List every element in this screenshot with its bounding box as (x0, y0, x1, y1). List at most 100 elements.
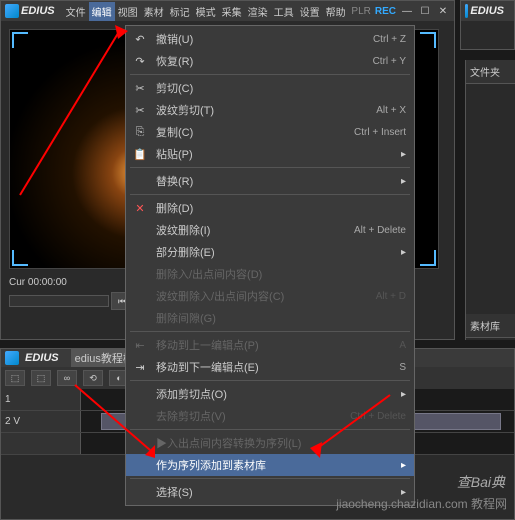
menu-prev-edit-shortcut: A (399, 340, 406, 351)
minimize-button[interactable]: — (400, 4, 414, 18)
panel-tab-folders[interactable]: 文件夹 (466, 60, 515, 84)
menu-undo[interactable]: ↶ 撤销(U) Ctrl + Z (126, 28, 414, 50)
redo-icon: ↷ (132, 53, 148, 69)
ripple-cut-icon: ✂ (132, 102, 148, 118)
close-button[interactable]: ✕ (436, 4, 450, 18)
menu-ripple-cut-shortcut: Alt + X (376, 105, 406, 116)
titlebar: EDIUS 文件 编辑 视图 素材 标记 模式 采集 渲染 工具 设置 帮助 P… (1, 1, 454, 21)
app-logo (5, 4, 19, 18)
prev-edit-icon: ⇤ (132, 337, 148, 353)
copy-icon: ⎘ (132, 124, 148, 140)
app-logo (5, 351, 19, 365)
panel-tab-bin[interactable]: 素材库 (466, 314, 515, 338)
menu-replace[interactable]: 替换(R) ▸ (126, 170, 414, 192)
menu-edit[interactable]: 编辑 (89, 2, 115, 21)
menu-add-to-bin-label: 作为序列添加到素材库 (156, 457, 266, 473)
menu-ripple-delete[interactable]: 波纹删除(I) Alt + Delete (126, 219, 414, 241)
submenu-arrow-icon: ▸ (401, 247, 406, 258)
next-edit-icon: ⇥ (132, 359, 148, 375)
menu-marker[interactable]: 标记 (167, 2, 193, 21)
menu-next-edit-label: 移动到下一编辑点(E) (156, 359, 259, 375)
menu-settings[interactable]: 设置 (297, 2, 323, 21)
menu-view[interactable]: 视图 (115, 2, 141, 21)
menu-delete[interactable]: ✕ 删除(D) (126, 197, 414, 219)
watermark-url: jiaocheng.chazidian.com 教程网 (336, 495, 507, 512)
menu-ripple-delete-shortcut: Alt + Delete (354, 225, 406, 236)
menu-ripple-cut-label: 波纹剪切(T) (156, 102, 214, 118)
safe-area-corner (420, 32, 436, 48)
bin-app-name: EDIUS (470, 5, 504, 17)
submenu-arrow-icon: ▸ (401, 149, 406, 160)
menu-tools[interactable]: 工具 (271, 2, 297, 21)
menu-add-cut-label: 添加剪切点(O) (156, 386, 227, 402)
menu-redo-shortcut: Ctrl + Y (373, 56, 406, 67)
menu-prev-edit: ⇤ 移动到上一编辑点(P) A (126, 334, 414, 356)
tool-button[interactable]: ∞ (57, 370, 77, 386)
menu-redo-label: 恢复(R) (156, 53, 193, 69)
menu-prev-edit-label: 移动到上一编辑点(P) (156, 337, 259, 353)
menu-clip[interactable]: 素材 (141, 2, 167, 21)
paste-icon: 📋 (132, 146, 148, 162)
tool-button[interactable]: ⟲ (83, 370, 103, 386)
menu-del-gap: 删除间隙(G) (126, 307, 414, 329)
submenu-arrow-icon: ▸ (401, 460, 406, 471)
safe-area-corner (12, 250, 28, 266)
menu-del-io-content: 删除入/出点间内容(D) (126, 263, 414, 285)
track-header[interactable]: 2 V (1, 411, 81, 432)
cut-icon: ✂ (132, 80, 148, 96)
menu-del-gap-label: 删除间隙(G) (156, 310, 216, 326)
tool-button[interactable]: ⬚ (31, 370, 51, 386)
menu-capture[interactable]: 采集 (219, 2, 245, 21)
menu-paste-label: 粘贴(P) (156, 146, 193, 162)
menu-copy-shortcut: Ctrl + Insert (354, 127, 406, 138)
safe-area-corner (420, 250, 436, 266)
menu-add-to-bin[interactable]: 作为序列添加到素材库 ▸ (126, 454, 414, 476)
menu-separator (130, 331, 410, 332)
menu-ripple-cut[interactable]: ✂ 波纹剪切(T) Alt + X (126, 99, 414, 121)
scrub-bar[interactable] (9, 295, 109, 307)
bin-titlebar: EDIUS (461, 1, 514, 21)
edit-menu-dropdown: ↶ 撤销(U) Ctrl + Z ↷ 恢复(R) Ctrl + Y ✂ 剪切(C… (125, 25, 415, 506)
rec-label[interactable]: REC (375, 6, 396, 17)
menu-ripple-del-io-label: 波纹删除入/出点间内容(C) (156, 288, 284, 304)
menu-replace-label: 替换(R) (156, 173, 193, 189)
bin-window: EDIUS (460, 0, 515, 50)
menu-separator (130, 194, 410, 195)
app-name: EDIUS (21, 5, 55, 17)
menu-render[interactable]: 渲染 (245, 2, 271, 21)
plr-label[interactable]: PLR (351, 6, 370, 17)
timeline-app-name: EDIUS (25, 352, 59, 364)
track-header[interactable]: 1 (1, 389, 81, 410)
submenu-arrow-icon: ▸ (401, 176, 406, 187)
menu-add-cut[interactable]: 添加剪切点(O) ▸ (126, 383, 414, 405)
menu-partial-delete-label: 部分删除(E) (156, 244, 215, 260)
menu-mode[interactable]: 模式 (193, 2, 219, 21)
menu-help[interactable]: 帮助 (323, 2, 349, 21)
maximize-button[interactable]: ☐ (418, 4, 432, 18)
menu-separator (130, 74, 410, 75)
menu-io-to-seq-label: ▶入出点间内容转换为序列(L) (156, 435, 301, 451)
menu-next-edit[interactable]: ⇥ 移动到下一编辑点(E) S (126, 356, 414, 378)
menu-ripple-delete-label: 波纹删除(I) (156, 222, 210, 238)
safe-area-corner (12, 32, 28, 48)
menu-undo-shortcut: Ctrl + Z (373, 34, 406, 45)
menu-del-io-content-label: 删除入/出点间内容(D) (156, 266, 262, 282)
menu-cut[interactable]: ✂ 剪切(C) (126, 77, 414, 99)
track-header[interactable] (1, 433, 81, 454)
menu-separator (130, 429, 410, 430)
watermark-brand: 查Bai典 (457, 472, 505, 492)
menu-undo-label: 撤销(U) (156, 31, 193, 47)
menu-del-cut: 去除剪切点(V) Ctrl + Delete (126, 405, 414, 427)
menu-select-label: 选择(S) (156, 484, 193, 500)
menu-ripple-del-io: 波纹删除入/出点间内容(C) Alt + D (126, 285, 414, 307)
menu-file[interactable]: 文件 (63, 2, 89, 21)
menu-partial-delete[interactable]: 部分删除(E) ▸ (126, 241, 414, 263)
undo-icon: ↶ (132, 31, 148, 47)
menu-paste[interactable]: 📋 粘贴(P) ▸ (126, 143, 414, 165)
menu-copy[interactable]: ⎘ 复制(C) Ctrl + Insert (126, 121, 414, 143)
tool-button[interactable]: ⬚ (5, 370, 25, 386)
menu-next-edit-shortcut: S (399, 362, 406, 373)
menu-separator (130, 478, 410, 479)
menu-redo[interactable]: ↷ 恢复(R) Ctrl + Y (126, 50, 414, 72)
menu-cut-label: 剪切(C) (156, 80, 193, 96)
